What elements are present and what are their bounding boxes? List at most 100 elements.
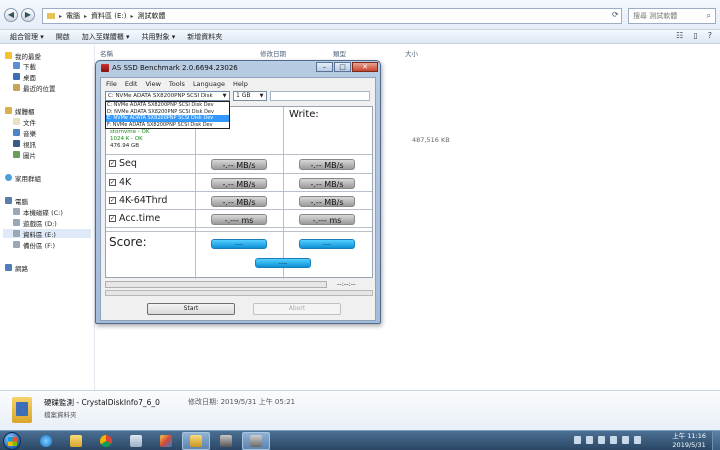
close-button[interactable]: ✕ [352, 62, 378, 72]
checkbox-acc-time[interactable]: ✓ [109, 215, 116, 222]
drive-option-c[interactable]: C: NVMe ADATA SX8200PNP SCSI Disk Dev [106, 102, 229, 109]
organize-button[interactable]: 組合管理 ▾ [10, 32, 44, 42]
sidebar-item-drive-f[interactable]: 備份區 (F:) [13, 240, 55, 250]
menu-tools[interactable]: Tools [169, 80, 185, 88]
menu-language[interactable]: Language [193, 80, 225, 88]
details-pane: 硬碟監測 - CrystalDiskInfo7_6_0 修改日期: 2019/5… [0, 390, 720, 430]
recent-icon [13, 84, 20, 91]
test-size-select[interactable]: 1 GB ▼ [233, 91, 267, 101]
sidebar-item-recent[interactable]: 最近的位置 [13, 83, 56, 93]
breadcrumb-computer[interactable]: 電腦 [66, 11, 80, 21]
taskbar-app[interactable] [212, 432, 240, 450]
drive-option-f[interactable]: F: NVMe ADATA SX8200PNP SCSI Disk Dev [106, 122, 229, 129]
taskbar-paint[interactable] [152, 432, 180, 450]
add-to-library-button[interactable]: 加入至媒體櫃 ▾ [82, 32, 130, 42]
start-button[interactable]: Start [147, 303, 235, 315]
new-folder-button[interactable]: 新增資料夾 [187, 32, 222, 42]
checkbox-4k-64thrd[interactable]: ✓ [109, 197, 116, 204]
start-button-orb[interactable] [3, 432, 21, 450]
acc-time-read-result: -.--- ms [211, 214, 267, 225]
maximize-button[interactable]: □ [334, 62, 351, 72]
score-write: ---- [299, 239, 355, 249]
column-header-size[interactable]: 大小 [405, 48, 418, 58]
row-seq[interactable]: ✓ Seq [109, 158, 137, 169]
menu-view[interactable]: View [145, 80, 160, 88]
taskbar-as-ssd[interactable] [242, 432, 270, 450]
total-progress-bar [105, 290, 373, 296]
menu-edit[interactable]: Edit [125, 80, 138, 88]
back-button[interactable]: ◀ [4, 8, 18, 22]
download-icon [13, 62, 20, 69]
keyboard-icon[interactable] [586, 436, 593, 444]
app-icon [220, 435, 232, 447]
sidebar-item-documents[interactable]: 文件 [13, 117, 36, 127]
show-desktop-button[interactable] [712, 431, 720, 450]
windows-logo-icon [8, 437, 17, 446]
sidebar-item-desktop[interactable]: 桌面 [13, 72, 36, 82]
address-bar[interactable]: ▸ 電腦 ▸ 資料區 (E:) ▸ 測試軟體 [42, 8, 622, 24]
volume-icon[interactable] [622, 436, 629, 444]
search-input[interactable]: 搜尋 測試軟體 ⌕ [628, 8, 716, 24]
document-icon [13, 118, 20, 125]
window-title: AS SSD Benchmark 2.0.6694.23026 [112, 64, 238, 72]
sidebar-item-pictures[interactable]: 圖片 [13, 150, 36, 160]
row-4k[interactable]: ✓ 4K [109, 177, 131, 188]
minimize-button[interactable]: – [316, 62, 333, 72]
taskbar-chrome[interactable] [92, 432, 120, 450]
refresh-icon[interactable]: ⟳ [612, 10, 619, 19]
open-button[interactable]: 開啟 [56, 32, 70, 42]
sidebar-item-homegroup[interactable]: 家用群組 [5, 173, 41, 183]
drive-icon [13, 230, 20, 237]
checkbox-seq[interactable]: ✓ [109, 160, 116, 167]
breadcrumb-drive-e[interactable]: 資料區 (E:) [91, 11, 126, 21]
drive-select[interactable]: C: NVMe ADATA SX8200PNP SCSI Disk ▼ [105, 91, 230, 101]
sidebar-item-favorites[interactable]: 我的最愛 [5, 51, 41, 61]
taskbar-folder[interactable] [62, 432, 90, 450]
desktop-icon [13, 73, 20, 80]
title-bar[interactable]: AS SSD Benchmark 2.0.6694.23026 – □ ✕ [96, 61, 380, 76]
taskbar-ie[interactable] [32, 432, 60, 450]
write-header: Write: [289, 109, 319, 120]
abort-button[interactable]: Abort [253, 303, 341, 315]
tray-arrow-icon[interactable] [574, 436, 581, 444]
menu-file[interactable]: File [106, 80, 117, 88]
details-item-name: 硬碟監測 - CrystalDiskInfo7_6_0 [44, 398, 160, 407]
row-acc-time[interactable]: ✓ Acc.time [109, 213, 160, 224]
sidebar-item-computer[interactable]: 電腦 [5, 196, 28, 206]
taskbar-explorer[interactable] [182, 432, 210, 450]
drive-option-e[interactable]: E: NVMe ADATA SX8200PNP SCSI Disk Dev [106, 115, 229, 122]
help-icon[interactable]: ? [708, 31, 712, 40]
sidebar-item-drive-e[interactable]: 資料區 (E:) [3, 229, 91, 239]
sidebar-item-libraries[interactable]: 媒體櫃 [5, 106, 35, 116]
drive-icon [13, 208, 20, 215]
sidebar-item-videos[interactable]: 視訊 [13, 139, 36, 149]
star-icon [5, 52, 12, 59]
column-header-type[interactable]: 類型 [333, 48, 346, 58]
row-4k-64thrd[interactable]: ✓ 4K-64Thrd [109, 195, 167, 206]
folder-icon [12, 397, 32, 423]
sidebar-item-network[interactable]: 網路 [5, 263, 28, 273]
taskbar-calculator[interactable] [122, 432, 150, 450]
score-total: ---- [255, 258, 311, 268]
column-header-name[interactable]: 名稱 [100, 48, 113, 58]
search-icon: ⌕ [706, 11, 711, 20]
power-icon[interactable] [634, 436, 641, 444]
sidebar-item-downloads[interactable]: 下載 [13, 61, 36, 71]
sidebar-item-drive-d[interactable]: 遊戲區 (D:) [13, 218, 57, 228]
sidebar-item-drive-c[interactable]: 本機磁碟 (C:) [13, 207, 63, 217]
drive-icon [13, 219, 20, 226]
flag-icon[interactable] [610, 436, 617, 444]
view-options-icon[interactable]: ☷ [676, 31, 683, 40]
menu-help[interactable]: Help [233, 80, 248, 88]
preview-pane-icon[interactable]: ▯ [693, 31, 697, 40]
clock[interactable]: 上午 11:16 2019/5/31 [672, 432, 706, 450]
network-icon[interactable] [598, 436, 605, 444]
driver-status: stornvme - OK [110, 129, 150, 135]
taskbar: 上午 11:16 2019/5/31 [0, 430, 720, 450]
column-header-modified[interactable]: 修改日期 [260, 48, 286, 58]
forward-button[interactable]: ▶ [21, 8, 35, 22]
share-with-button[interactable]: 共用對象 ▾ [142, 32, 176, 42]
checkbox-4k[interactable]: ✓ [109, 179, 116, 186]
breadcrumb-folder[interactable]: 測試軟體 [138, 11, 166, 21]
sidebar-item-music[interactable]: 音樂 [13, 128, 36, 138]
